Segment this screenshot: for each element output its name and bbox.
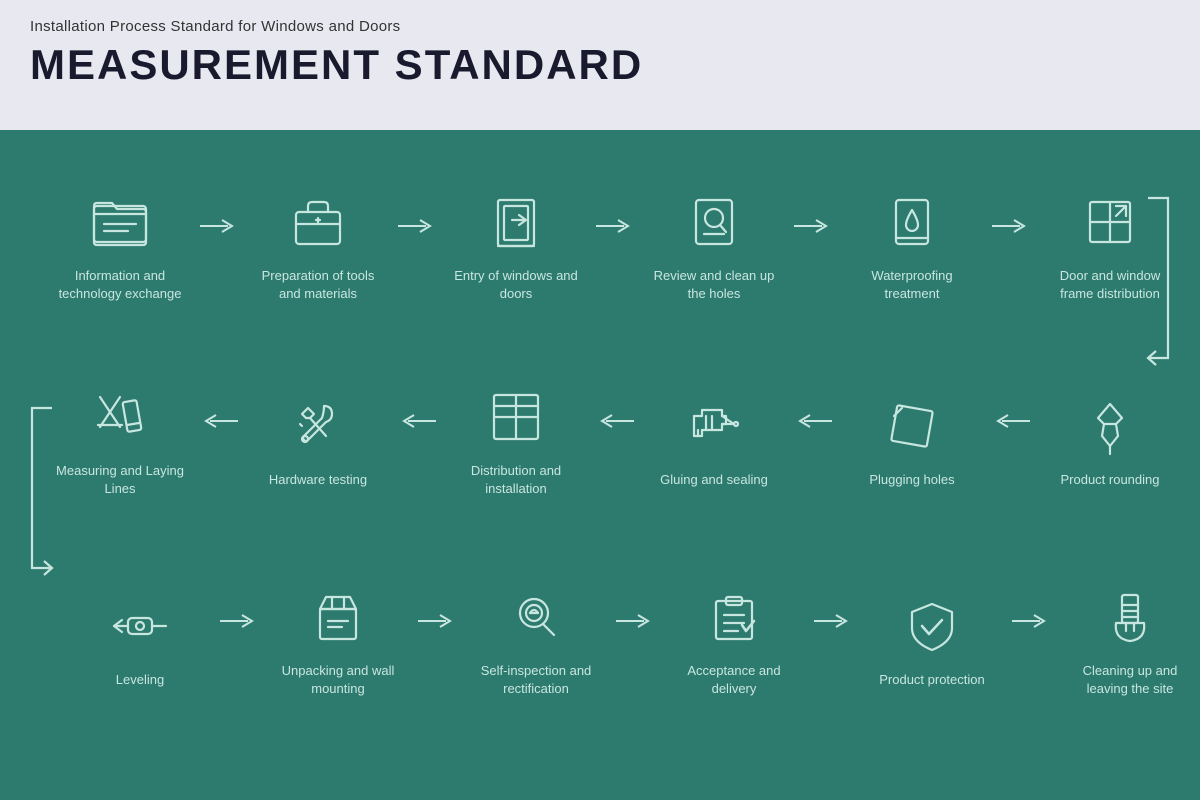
step-plugging-label: Plugging holes xyxy=(869,471,954,489)
step-rounding: Product rounding xyxy=(1030,391,1190,489)
header: Installation Process Standard for Window… xyxy=(0,0,1200,130)
step-acceptance-label: Acceptance and delivery xyxy=(669,662,799,698)
step-information: Information and technology exchange xyxy=(40,187,200,303)
arrow-5-6 xyxy=(992,216,1030,236)
broom-icon xyxy=(1095,582,1165,652)
pushpin-icon xyxy=(1075,391,1145,461)
step-acceptance: Acceptance and delivery xyxy=(654,582,814,698)
step-cleaning-label: Cleaning up and leaving the site xyxy=(1065,662,1195,698)
inspect-icon xyxy=(501,582,571,652)
arrow-16-17 xyxy=(814,611,852,631)
arrow-11-10 xyxy=(794,411,832,431)
step-unpacking: Unpacking and wall mounting xyxy=(258,582,418,698)
level-icon xyxy=(105,591,175,661)
header-subtitle: Installation Process Standard for Window… xyxy=(30,18,1170,35)
step-review-label: Review and clean up the holes xyxy=(649,267,779,303)
folder-icon xyxy=(85,187,155,257)
step-inspection-label: Self-inspection and rectification xyxy=(471,662,601,698)
cross-ruler-icon xyxy=(85,382,155,452)
arrow-2-3 xyxy=(398,216,436,236)
arrow-4-5 xyxy=(794,216,832,236)
step-information-label: Information and technology exchange xyxy=(55,267,185,303)
unpack-icon xyxy=(303,582,373,652)
step-waterproof-label: Waterproofing treatment xyxy=(847,267,977,303)
glue-gun-icon xyxy=(679,391,749,461)
step-review: Review and clean up the holes xyxy=(634,187,794,303)
arrow-1-2 xyxy=(200,216,238,236)
magnify-icon xyxy=(679,187,749,257)
step-plugging: Plugging holes xyxy=(832,391,992,489)
step-tools-label: Preparation of tools and materials xyxy=(253,267,383,303)
step-unpacking-label: Unpacking and wall mounting xyxy=(273,662,403,698)
step-leveling: Leveling xyxy=(60,591,220,689)
accept-icon xyxy=(699,582,769,652)
step-hardware: Hardware testing xyxy=(238,391,398,489)
process-row-3: Leveling xyxy=(30,540,1170,740)
step-measuring-label: Measuring and Laying Lines xyxy=(55,462,185,498)
step-entry: Entry of windows and doors xyxy=(436,187,596,303)
header-title: MEASUREMENT STANDARD xyxy=(30,41,1170,89)
arrow-9-8 xyxy=(398,411,436,431)
shield-icon xyxy=(897,591,967,661)
waterproof-icon xyxy=(877,187,947,257)
step-inspection: Self-inspection and rectification xyxy=(456,582,616,698)
step-protection-label: Product protection xyxy=(879,671,985,689)
arrow-13-14 xyxy=(220,611,258,631)
step-protection: Product protection xyxy=(852,591,1012,689)
step-entry-label: Entry of windows and doors xyxy=(451,267,581,303)
wrench-icon xyxy=(283,391,353,461)
connector-r1-r2 xyxy=(1148,198,1170,358)
arrow-3-4 xyxy=(596,216,634,236)
process-row-2: Measuring and Laying Lines xyxy=(30,340,1170,540)
step-tools: Preparation of tools and materials xyxy=(238,187,398,303)
tools-bag-icon xyxy=(283,187,353,257)
step-cleaning: Cleaning up and leaving the site xyxy=(1050,582,1200,698)
door-frame-icon xyxy=(481,187,551,257)
window-arrow-icon xyxy=(1075,187,1145,257)
step-rounding-label: Product rounding xyxy=(1060,471,1159,489)
step-leveling-label: Leveling xyxy=(116,671,164,689)
step-gluing: Gluing and sealing xyxy=(634,391,794,489)
arrow-10-9 xyxy=(596,411,634,431)
arrow-15-16 xyxy=(616,611,654,631)
main-content: Information and technology exchange xyxy=(0,130,1200,800)
step-waterproof: Waterproofing treatment xyxy=(832,187,992,303)
arrow-12-11 xyxy=(992,411,1030,431)
diamond-frame-icon xyxy=(877,391,947,461)
arrow-14-15 xyxy=(418,611,456,631)
step-gluing-label: Gluing and sealing xyxy=(660,471,768,489)
step-measuring: Measuring and Laying Lines xyxy=(40,382,200,498)
step-distribution: Distribution and installation xyxy=(436,382,596,498)
arrow-8-7 xyxy=(200,411,238,431)
step-distribution-label: Distribution and installation xyxy=(451,462,581,498)
step-hardware-label: Hardware testing xyxy=(269,471,367,489)
grid-box-icon xyxy=(481,382,551,452)
arrow-17-18 xyxy=(1012,611,1050,631)
process-row-1: Information and technology exchange xyxy=(30,150,1170,340)
